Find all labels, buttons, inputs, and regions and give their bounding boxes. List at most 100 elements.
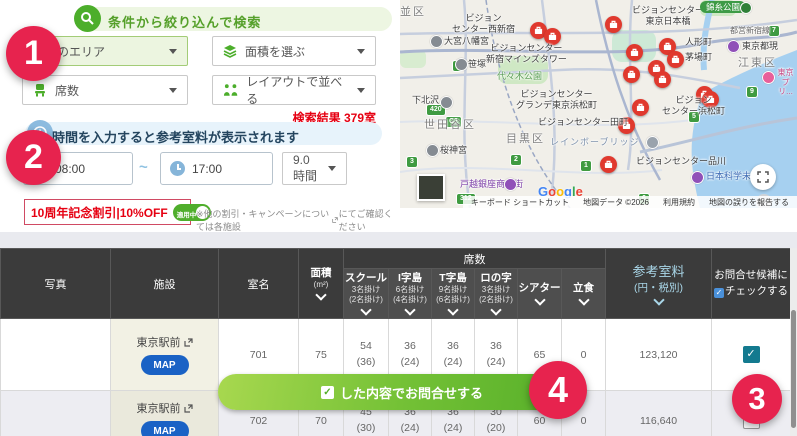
vision-center-map-pin[interactable]	[626, 44, 643, 61]
facility-link[interactable]: 東京駅前	[137, 334, 181, 350]
seat-col-header-2[interactable]: T字島 9名掛け (6名掛け)	[431, 268, 475, 319]
search-filter-panel: 条件から絞り込んで検索 全てのエリア 面積を選ぶ 席数 レイアウトで並べる 検索…	[0, 0, 400, 232]
time-range-tilde: ~	[139, 159, 148, 176]
vision-center-map-pin[interactable]	[654, 71, 671, 88]
annotation-badge-1: 1	[6, 26, 61, 81]
discount-note-text-a: ※他の割引・キャンペーンについては各施設	[196, 209, 330, 232]
facility-cell: 東京駅前 MAP	[110, 318, 219, 391]
seat-col-header-1[interactable]: I字島 6名掛け (4名掛け)	[388, 268, 432, 319]
inquiry-submit-label: した内容でお問合せする	[339, 385, 483, 401]
vision-center-map-pin[interactable]	[623, 66, 640, 83]
map-label: 都営新宿線	[730, 26, 770, 35]
vision-center-map-pin[interactable]	[632, 99, 649, 116]
inquiry-checkbox[interactable]: ✓	[742, 346, 760, 363]
map-label: 東京都現	[742, 41, 779, 51]
map-label: 江東区	[738, 57, 777, 69]
map-label: ビジョンセンター グランデ東京浜松町	[516, 89, 598, 110]
map-poi-icon	[440, 96, 453, 109]
seat-col-header-4[interactable]: シアター	[517, 268, 562, 319]
end-time-input[interactable]: 17:00	[160, 152, 273, 185]
external-link-icon	[183, 403, 193, 413]
col-group-seats: 席数	[342, 248, 607, 269]
sort-chevron-icon	[533, 294, 546, 306]
map-attribution-item[interactable]: 利用規約	[663, 197, 695, 208]
discount-note: ※他の割引・キャンペーンについては各施設 にてご確認ください	[196, 207, 400, 233]
clock-icon	[170, 161, 185, 176]
fullscreen-map-button[interactable]	[750, 164, 776, 190]
discount-label: 10周年記念割引|10%OFF	[31, 205, 168, 220]
map-label: 笹塚	[468, 59, 487, 69]
seat-col-header-3[interactable]: ロの字 3名掛け (2名掛け)	[474, 268, 518, 319]
route-shield: 2	[510, 154, 522, 166]
search-icon	[74, 5, 101, 32]
caret-down-icon	[357, 48, 365, 54]
sort-chevron-icon	[577, 294, 590, 306]
col-header-inquiry: お問合せ候補に ✓ チェックする	[711, 248, 792, 319]
street-view-inset[interactable]	[417, 174, 445, 201]
map-poi-icon	[430, 35, 443, 48]
sort-chevron-icon	[360, 304, 372, 316]
discount-note-text-b: にてご確認ください	[338, 209, 393, 232]
discount-toggle-label: 適用中	[176, 211, 197, 219]
inquiry-header-line2: チェックする	[725, 284, 789, 297]
map-poi-icon	[691, 171, 704, 184]
map-button[interactable]: MAP	[140, 421, 189, 436]
map-label: 下北沢	[412, 95, 440, 105]
vision-center-map-pin[interactable]	[600, 156, 617, 173]
inquiry-header-line1: お問合せ候補に	[714, 268, 788, 281]
map-label: 並区	[400, 6, 426, 18]
external-link-icon	[331, 217, 338, 223]
discount-banner: 10周年記念割引|10%OFF 適用中	[24, 199, 211, 225]
vision-center-map-pin[interactable]	[667, 51, 684, 68]
price-cell: 123,120	[605, 318, 713, 391]
meeting-room-search-page: 条件から絞り込んで検索 全てのエリア 面積を選ぶ 席数 レイアウトで並べる 検索…	[0, 0, 797, 436]
map-label: レインボーブリッジ	[550, 137, 640, 147]
col-header-room[interactable]: 室名	[218, 248, 299, 319]
map-poi-icon	[504, 178, 517, 191]
sort-chevron-icon	[652, 293, 665, 306]
col-header-price[interactable]: 参考室料 (円・税別)	[605, 248, 713, 319]
map-poi-icon	[740, 2, 752, 14]
map-attribution-item[interactable]: キーボード ショートカット	[471, 197, 569, 208]
col-header-photo[interactable]: 写真	[0, 248, 111, 319]
caret-down-icon	[169, 87, 177, 93]
people-layout-icon	[223, 84, 238, 96]
duration-value: 9.0 時間	[293, 153, 318, 183]
map-label: ビジョンセンター田町	[538, 117, 629, 127]
room-photo[interactable]: ‹ ›	[0, 390, 111, 436]
scrollbar-thumb[interactable]	[791, 310, 796, 428]
room-photo[interactable]: ‹ ›	[0, 318, 111, 391]
map-button[interactable]: MAP	[140, 355, 189, 375]
col-header-area[interactable]: 面積 (m²)	[298, 248, 344, 319]
vision-center-map-pin[interactable]	[605, 16, 622, 33]
map-poi-icon	[426, 144, 439, 157]
map-attribution-item[interactable]: 地図の誤りを報告する	[709, 197, 789, 208]
duration-dropdown[interactable]: 9.0 時間	[282, 152, 347, 185]
map-canvas[interactable]: 4420C23213125976並区ビジョン センター西新宿大宮八幡宮ビジョンセ…	[400, 0, 797, 208]
map-label: 目黒区	[506, 133, 545, 145]
facility-link[interactable]: 東京駅前	[137, 400, 181, 416]
caret-down-icon	[328, 166, 336, 171]
annotation-badge-4: 4	[529, 361, 587, 419]
search-title: 条件から絞り込んで検索	[108, 15, 262, 30]
map-attribution-bar: キーボード ショートカット 地図データ ©2026 利用規約 地図の誤りを報告する	[462, 196, 797, 208]
map-label: ビジョンセンター 新宿マインズタワー	[486, 43, 567, 64]
time-section-title: 時間を入力すると参考室料が表示されます	[52, 130, 300, 145]
chair-icon	[35, 84, 45, 97]
annotation-badge-2: 2	[6, 130, 61, 185]
map-poi-icon	[455, 58, 468, 71]
sort-chevron-icon	[490, 304, 502, 316]
facility-cell: 東京駅前 MAP	[110, 390, 219, 436]
checkbox-icon: ✓	[714, 287, 725, 298]
col-header-facility[interactable]: 施設	[110, 248, 219, 319]
seat-col-header-0[interactable]: スクール 3名掛け (2名掛け)	[343, 268, 389, 319]
table-scrollbar[interactable]	[790, 248, 797, 436]
layout-dropdown[interactable]: レイアウトで並べる	[212, 75, 376, 106]
seats-dropdown[interactable]: 席数	[22, 75, 188, 105]
end-time-value: 17:00	[192, 161, 223, 176]
size-dropdown[interactable]: 面積を選ぶ	[212, 36, 376, 66]
sort-chevron-icon	[404, 304, 416, 316]
annotation-badge-3: 3	[732, 374, 782, 424]
map-label: ビジョンセンター品川	[636, 156, 727, 166]
seat-col-header-5[interactable]: 立食	[560, 268, 607, 319]
